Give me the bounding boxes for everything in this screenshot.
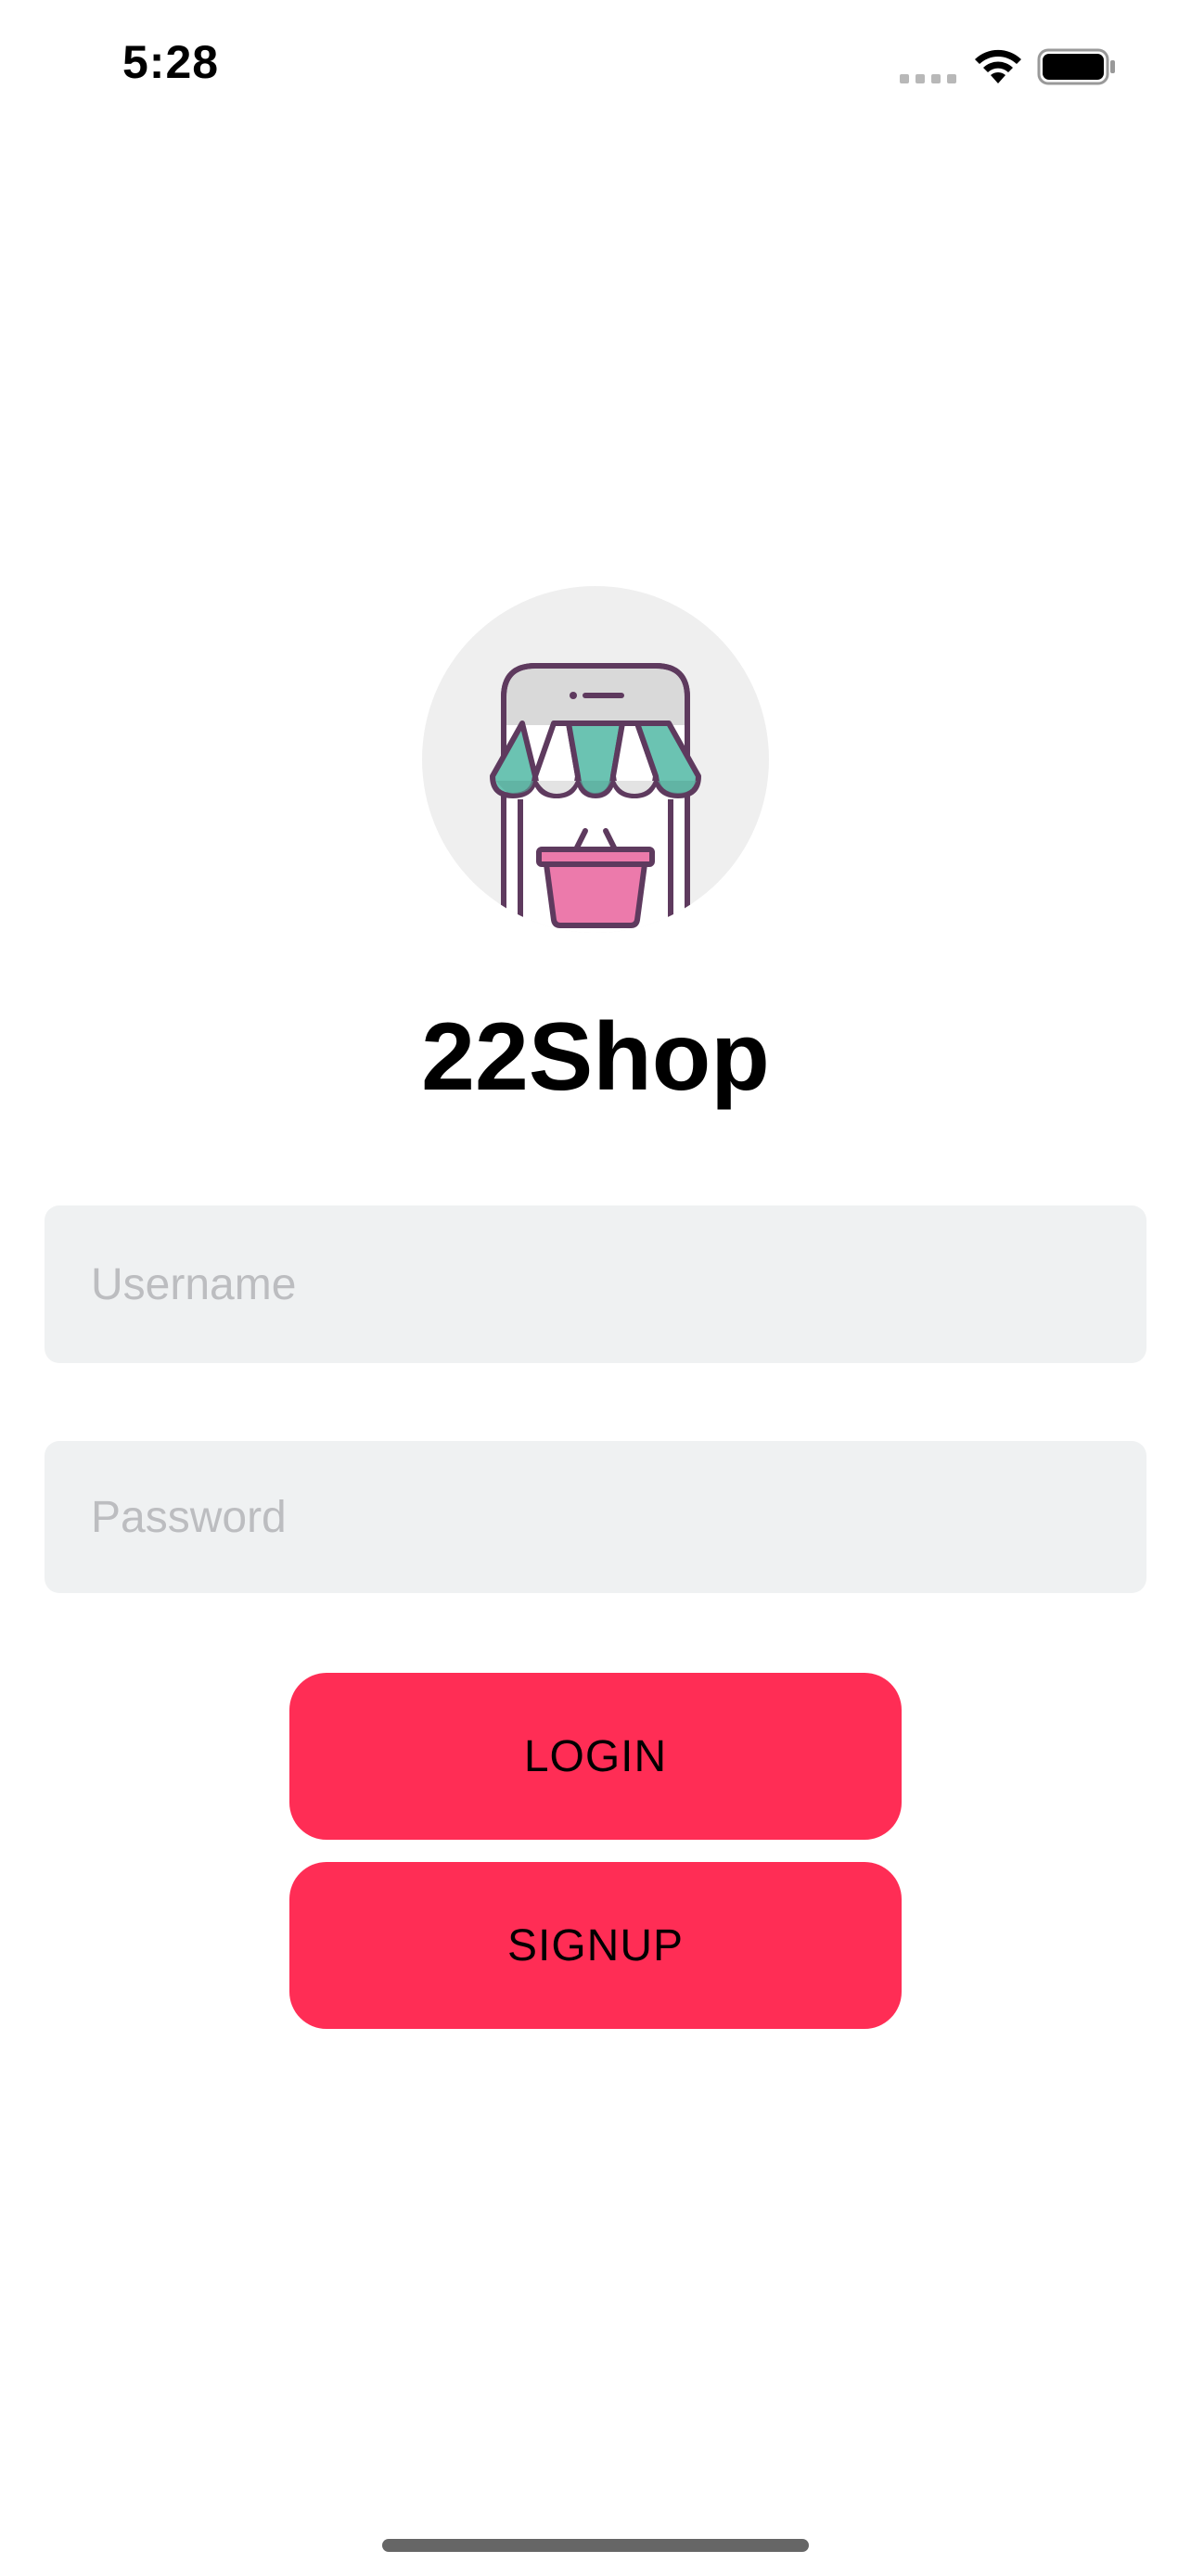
password-field[interactable] <box>45 1441 1146 1593</box>
cellular-signal-icon <box>900 74 956 83</box>
login-button-label: LOGIN <box>523 1731 668 1781</box>
login-button[interactable]: LOGIN <box>289 1673 902 1840</box>
username-field[interactable] <box>45 1205 1146 1363</box>
status-time: 5:28 <box>122 36 220 88</box>
status-bar: 5:28 <box>0 0 1191 139</box>
wifi-icon <box>975 49 1021 83</box>
signup-button-label: SIGNUP <box>506 1920 685 1970</box>
app-title: 22Shop <box>421 1003 770 1111</box>
username-input[interactable] <box>89 1257 1146 1311</box>
signup-button[interactable]: SIGNUP <box>289 1862 902 2029</box>
password-input[interactable] <box>89 1490 1146 1544</box>
app-logo <box>422 586 769 933</box>
home-indicator[interactable] <box>382 2539 809 2552</box>
storefront-basket-icon <box>490 663 701 933</box>
battery-icon <box>1037 48 1115 85</box>
